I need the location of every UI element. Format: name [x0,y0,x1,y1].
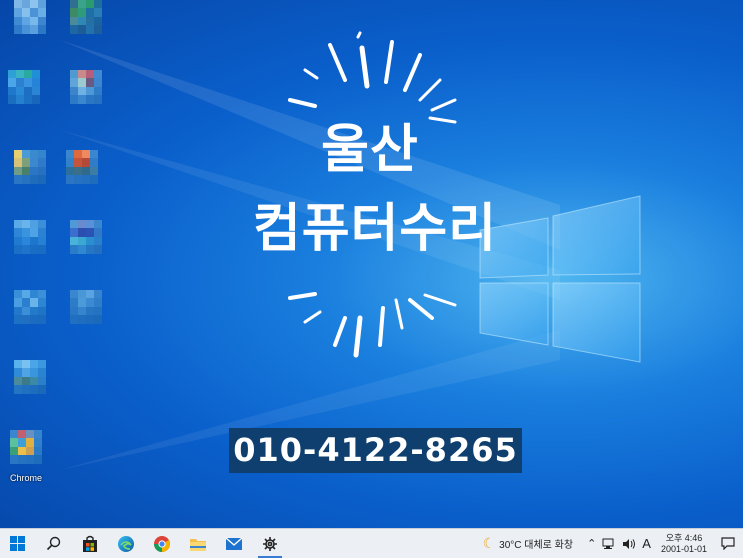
notification-icon [721,537,735,550]
taskbar: ☾ 30°C 대체로 화창 ⌃ A 오후 4:46 2001-01-01 [0,528,743,558]
search-button[interactable] [36,529,72,558]
start-button[interactable] [0,529,36,558]
settings-gear-icon [263,536,277,551]
banner-title-line2: 컴퓨터수리 [252,199,498,259]
windows-start-icon [10,535,25,551]
search-icon [46,536,61,550]
weather-icon[interactable]: ☾ [483,535,496,552]
show-hidden-icons-chevron-icon[interactable]: ⌃ [587,537,596,550]
edge-button[interactable] [108,529,144,558]
edge-icon [118,535,134,552]
ime-indicator[interactable]: A [642,536,651,551]
chrome-button[interactable] [144,529,180,558]
store-button[interactable] [72,529,108,558]
settings-button[interactable] [252,529,288,558]
system-tray: ☾ 30°C 대체로 화창 ⌃ A 오후 4:46 2001-01-01 [477,529,743,558]
desktop: Chrome 울산 컴퓨터수리 010-4122-8265 [0,0,743,528]
folder-icon [190,538,206,551]
clock[interactable]: 오후 4:46 2001-01-01 [661,533,707,555]
chrome-icon [154,535,170,552]
mail-button[interactable] [216,529,252,558]
mail-icon [225,536,243,550]
clock-time: 오후 4:46 [665,532,703,543]
banner-title-line1: 울산 [321,120,419,180]
weather-text[interactable]: 30°C 대체로 화창 [499,536,573,551]
file-explorer-button[interactable] [180,529,216,558]
volume-icon[interactable] [622,538,636,550]
network-icon[interactable] [602,538,616,550]
store-bag-icon [83,535,97,552]
notification-center-button[interactable] [713,529,743,558]
clock-date: 2001-01-01 [660,543,707,554]
banner-phone-number: 010-4122-8265 [229,428,522,473]
